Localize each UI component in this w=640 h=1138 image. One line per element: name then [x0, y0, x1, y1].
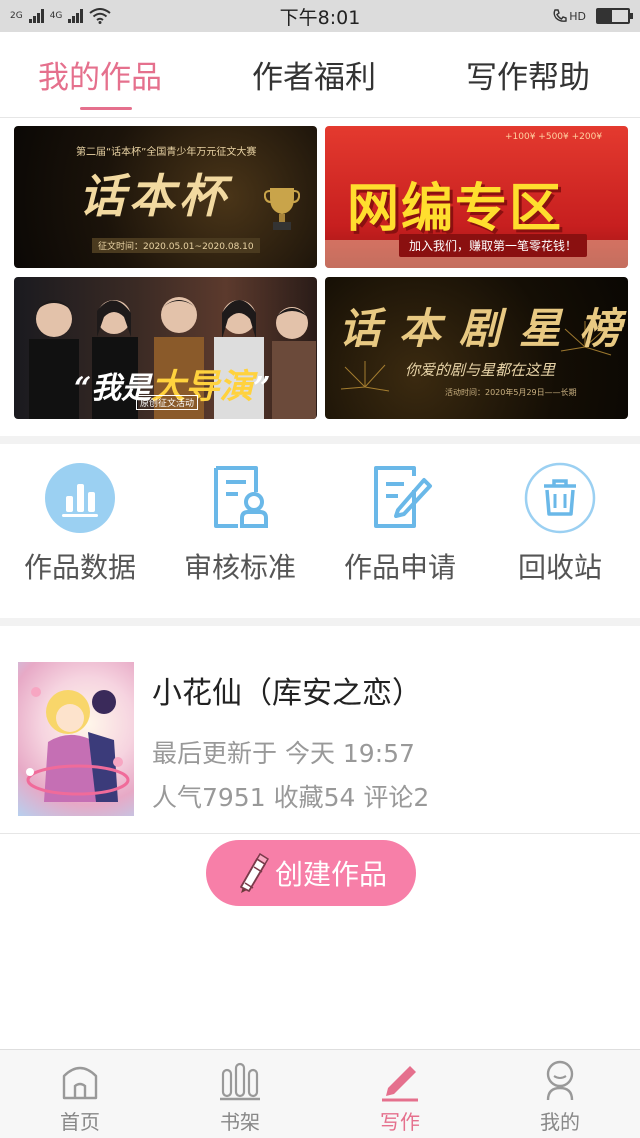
battery-icon — [596, 8, 633, 24]
nav-item-bookshelf[interactable]: 书架 — [180, 1058, 300, 1135]
active-tab-indicator — [80, 107, 132, 110]
banner-director[interactable]: “我是大导演” 原创征文活动 — [14, 277, 317, 419]
bookshelf-icon — [220, 1062, 260, 1101]
nav-item-writing[interactable]: 写作 — [340, 1058, 460, 1135]
work-stats: 人气7951 收藏54 评论2 — [152, 783, 430, 812]
quick-actions: 作品数据 审核标准 作品申请 回收站 — [0, 446, 640, 618]
banner-subtitle: 第二届“话本杯”全国青少年万元征文大赛 — [76, 147, 257, 158]
banner-star-ranking[interactable]: 话本剧星榜 你爱的剧与星都在这里 活动时间：2020年5月29日——长期 — [325, 277, 628, 419]
banner-title: 话本杯 — [79, 169, 229, 223]
create-work-button[interactable]: 创建作品 — [206, 840, 416, 906]
nav-label: 书架 — [220, 1110, 260, 1134]
section-divider — [0, 436, 640, 444]
review-document-icon — [214, 466, 268, 528]
nav-item-home[interactable]: 首页 — [20, 1058, 140, 1135]
tab-my-works[interactable]: 我的作品 — [38, 52, 162, 97]
banner-grid: 第二届“话本杯”全国青少年万元征文大赛 话本杯 征文时间：2020.05.01~… — [14, 126, 628, 419]
banner-amounts: +100¥ +500¥ +200¥ — [505, 132, 603, 142]
banner-title: 网编专区 — [347, 178, 564, 239]
banner-dates: 征文时间：2020.05.01~2020.08.10 — [92, 238, 260, 253]
banner-subtitle: 你爱的剧与星都在这里 — [405, 361, 556, 379]
nav-label: 首页 — [60, 1110, 100, 1134]
banner-title-suffix: ” — [253, 371, 271, 406]
banner-dates: 活动时间：2020年5月29日——长期 — [445, 388, 577, 397]
nav-label: 我的 — [540, 1110, 580, 1134]
work-title: 小花仙（库安之恋） — [152, 676, 422, 711]
section-divider — [0, 618, 640, 626]
clock: 下午8:01 — [279, 6, 361, 29]
top-tabs: 我的作品 作者福利 写作帮助 — [0, 32, 640, 118]
quick-action-label: 审核标准 — [183, 551, 296, 584]
bar-chart-icon — [45, 463, 115, 533]
trash-icon — [524, 462, 596, 534]
nav-item-profile[interactable]: 我的 — [500, 1058, 620, 1135]
pencil-icon — [240, 853, 269, 893]
work-list-item[interactable]: 小花仙（库安之恋） 最后更新于 今天 19:57 人气7951 收藏54 评论2 — [0, 626, 640, 834]
banner-title: 话本剧星榜 — [339, 304, 628, 353]
profile-icon — [546, 1060, 574, 1101]
status-bar: 2G 4G 下午8:01 HD — [0, 0, 640, 32]
banner-slogan: 加入我们，赚取第一笔零花钱！ — [399, 234, 588, 257]
tab-author-benefits[interactable]: 作者福利 — [252, 52, 376, 97]
banner-huaben-cup[interactable]: 第二届“话本杯”全国青少年万元征文大赛 话本杯 征文时间：2020.05.01~… — [14, 126, 317, 268]
work-cover-image — [18, 662, 134, 816]
quick-action-work-application[interactable]: 作品申请 — [325, 462, 475, 586]
pen-icon — [382, 1066, 418, 1102]
banner-editor-zone[interactable]: +100¥ +500¥ +200¥ 网编专区 加入我们，赚取第一笔零花钱！ — [325, 126, 628, 268]
quick-action-work-data[interactable]: 作品数据 — [5, 462, 155, 586]
nav-label: 写作 — [380, 1110, 420, 1134]
edit-document-icon — [374, 466, 432, 528]
tab-writing-help[interactable]: 写作帮助 — [466, 52, 590, 97]
quick-action-review-standards[interactable]: 审核标准 — [165, 462, 315, 586]
quick-action-label: 回收站 — [517, 551, 602, 584]
trophy-icon — [264, 188, 300, 230]
work-last-updated: 最后更新于 今天 19:57 — [152, 739, 415, 768]
quick-action-label: 作品申请 — [343, 551, 456, 584]
banner-tag: 原创征文活动 — [136, 395, 199, 410]
cover-illustration — [26, 687, 130, 802]
quick-action-recycle-bin[interactable]: 回收站 — [485, 462, 635, 586]
bottom-navigation: 首页 书架 写作 我的 — [0, 1049, 640, 1138]
home-icon — [62, 1066, 98, 1100]
create-work-label: 创建作品 — [274, 858, 387, 891]
quick-action-label: 作品数据 — [23, 551, 136, 584]
app-screen: 2G 4G 下午8:01 HD 我的作品 作者福利 写作帮助 第二届“话本杯”全… — [0, 0, 640, 1138]
